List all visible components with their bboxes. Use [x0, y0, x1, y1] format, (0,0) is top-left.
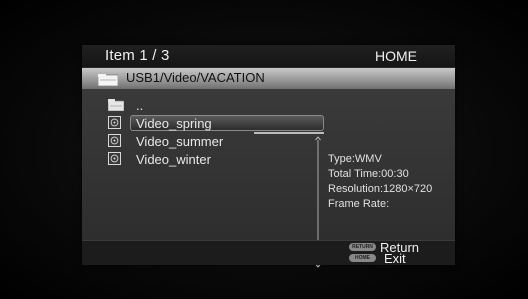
video-file-icon — [108, 152, 121, 165]
browser-header: Item 1 / 3 HOME — [82, 45, 455, 67]
mode-label: HOME — [375, 48, 417, 64]
video-file-icon — [108, 116, 121, 129]
list-item-label: Video_summer — [136, 134, 224, 149]
folder-icon — [97, 73, 119, 87]
list-item-label: .. — [136, 98, 144, 113]
info-total-time: Total Time:00:30 — [328, 168, 409, 180]
info-resolution: Resolution:1280×720 — [328, 183, 433, 195]
footer-legend: RETURN Return HOME Exit — [82, 240, 455, 265]
list-item-video-winter[interactable]: Video_winter — [104, 151, 310, 168]
list-item-video-summer[interactable]: Video_summer — [104, 133, 310, 150]
video-file-icon — [108, 134, 121, 147]
file-list-area: .. Video_spring Video_summer Video_winte… — [82, 89, 455, 268]
info-type: Type:WMV — [328, 153, 382, 165]
info-frame-rate: Frame Rate: — [328, 198, 390, 210]
list-item-label: Video_winter — [136, 152, 211, 167]
item-counter: Item 1 / 3 — [105, 47, 170, 64]
return-key-icon: RETURN — [349, 243, 376, 251]
home-key-icon: HOME — [349, 254, 376, 262]
media-browser-panel: Item 1 / 3 HOME USB1/Video/VACATION .. V… — [82, 45, 455, 268]
exit-label: Exit — [384, 251, 406, 266]
current-path: USB1/Video/VACATION — [126, 70, 265, 85]
list-item-label: Video_spring — [136, 116, 212, 131]
path-bar: USB1/Video/VACATION — [82, 68, 455, 89]
list-item-parent[interactable]: .. — [104, 97, 310, 114]
list-item-video-spring[interactable]: Video_spring — [104, 115, 324, 134]
parent-folder-icon — [107, 98, 125, 112]
